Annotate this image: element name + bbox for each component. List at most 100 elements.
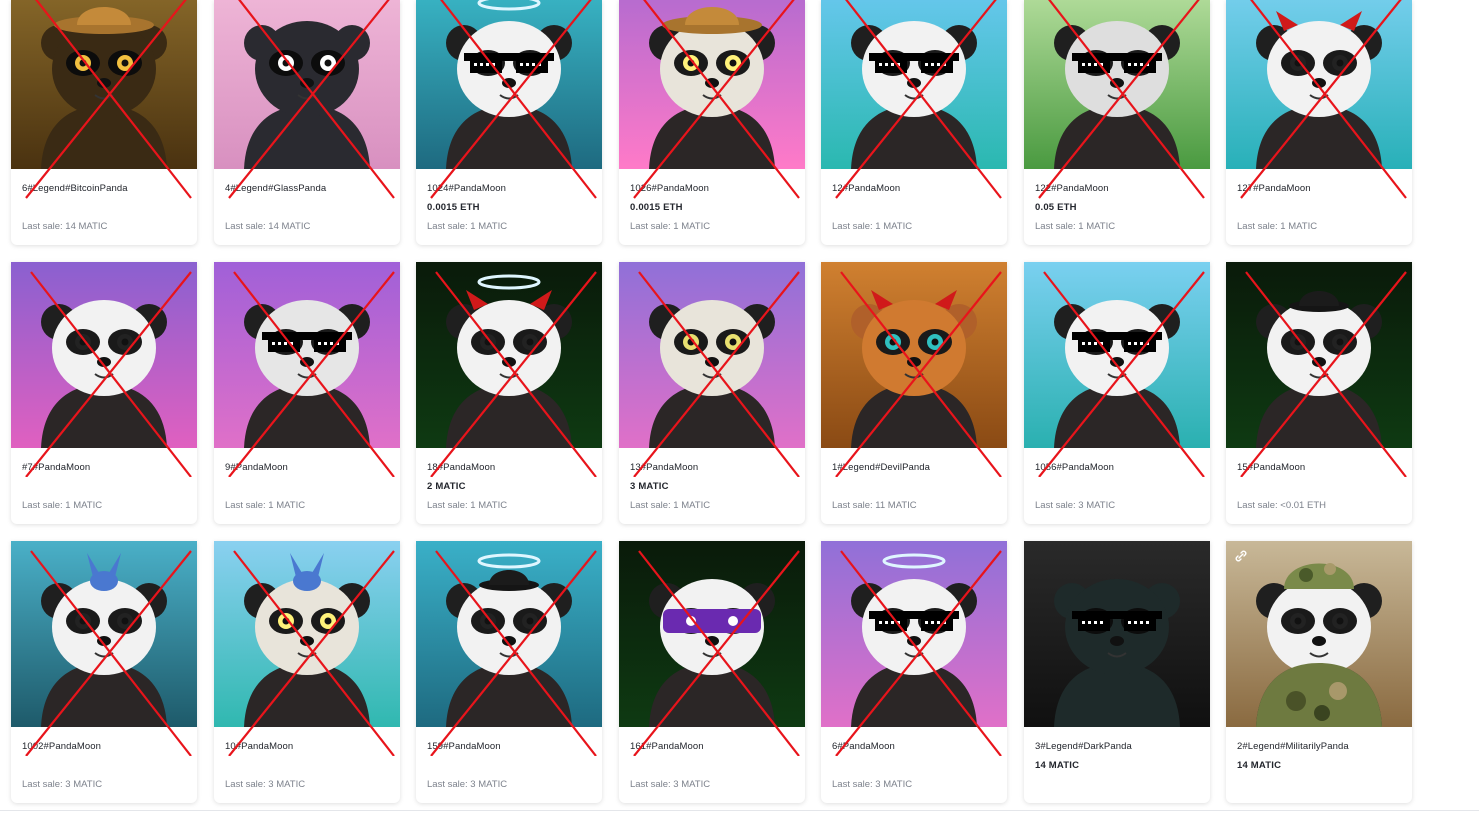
nft-card[interactable]: 9#PandaMoon Last sale: 1 MATIC bbox=[214, 262, 400, 524]
nft-name[interactable]: 12#PandaMoon bbox=[832, 183, 999, 196]
nft-card[interactable]: 1#Legend#DevilPanda Last sale: 11 MATIC bbox=[821, 262, 1007, 524]
panda-artwork bbox=[821, 541, 1007, 727]
divider bbox=[0, 810, 1479, 811]
nft-card[interactable]: 15#PandaMoon Last sale: <0.01 ETH bbox=[1226, 262, 1412, 524]
nft-card[interactable]: 6#PandaMoon Last sale: 3 MATIC bbox=[821, 541, 1007, 803]
nft-name[interactable]: 1#Legend#DevilPanda bbox=[832, 462, 999, 475]
panda-artwork bbox=[1226, 262, 1412, 448]
last-sale bbox=[1035, 779, 1202, 791]
nft-name[interactable]: 15#PandaMoon bbox=[1237, 462, 1404, 475]
nft-image[interactable] bbox=[619, 262, 805, 448]
nft-card[interactable]: 4#Legend#GlassPanda Last sale: 14 MATIC bbox=[214, 0, 400, 245]
panda-artwork bbox=[214, 0, 400, 169]
nft-price: 2 MATIC bbox=[427, 481, 466, 492]
nft-image[interactable] bbox=[416, 262, 602, 448]
nft-image[interactable] bbox=[214, 0, 400, 169]
last-sale: Last sale: 1 MATIC bbox=[630, 500, 711, 511]
nft-price: 0.0015 ETH bbox=[427, 202, 480, 213]
panda-artwork bbox=[619, 0, 805, 169]
nft-image[interactable] bbox=[619, 541, 805, 727]
panda-artwork bbox=[416, 0, 602, 169]
nft-card[interactable]: 12#PandaMoon Last sale: 1 MATIC bbox=[821, 0, 1007, 245]
nft-info: 9#PandaMoon Last sale: 1 MATIC bbox=[225, 462, 392, 512]
nft-image[interactable] bbox=[1024, 541, 1210, 727]
nft-image[interactable] bbox=[214, 541, 400, 727]
nft-card[interactable]: 1026#PandaMoon 0.0015 ETH Last sale: 1 MAT… bbox=[619, 0, 805, 245]
nft-card[interactable]: 127#PandaMoon Last sale: 1 MATIC bbox=[1226, 0, 1412, 245]
nft-name[interactable]: 1056#PandaMoon bbox=[1035, 462, 1202, 475]
nft-image[interactable] bbox=[821, 0, 1007, 169]
nft-info: 1#Legend#DevilPanda Last sale: 11 MATIC bbox=[832, 462, 999, 512]
nft-image[interactable] bbox=[11, 541, 197, 727]
nft-image[interactable] bbox=[214, 262, 400, 448]
nft-card[interactable]: 159#PandaMoon Last sale: 3 MATIC bbox=[416, 541, 602, 803]
nft-info: 4#Legend#GlassPanda Last sale: 14 MATIC bbox=[225, 183, 392, 233]
nft-card[interactable]: 13#PandaMoon 3 MATIC Last sale: 1 MATIC bbox=[619, 262, 805, 524]
nft-info: 6#Legend#BitcoinPanda Last sale: 14 MATIC bbox=[22, 183, 189, 233]
nft-name[interactable]: 3#Legend#DarkPanda bbox=[1035, 741, 1202, 754]
nft-card[interactable]: 1002#PandaMoon Last sale: 3 MATIC bbox=[11, 541, 197, 803]
panda-artwork bbox=[1024, 541, 1210, 727]
nft-name[interactable]: 13#PandaMoon bbox=[630, 462, 797, 475]
nft-name[interactable]: 122#PandaMoon bbox=[1035, 183, 1202, 196]
nft-image[interactable] bbox=[11, 262, 197, 448]
nft-name[interactable]: 2#Legend#MilitarilyPanda bbox=[1237, 741, 1404, 754]
nft-card[interactable]: 10#PandaMoon Last sale: 3 MATIC bbox=[214, 541, 400, 803]
nft-name[interactable]: 10#PandaMoon bbox=[225, 741, 392, 754]
nft-image[interactable] bbox=[619, 0, 805, 169]
last-sale: Last sale: 1 MATIC bbox=[225, 500, 306, 511]
nft-name[interactable]: 161#PandaMoon bbox=[630, 741, 797, 754]
last-sale: Last sale: 3 MATIC bbox=[630, 779, 711, 790]
nft-card[interactable]: #7#PandaMoon Last sale: 1 MATIC bbox=[11, 262, 197, 524]
nft-name[interactable]: 6#PandaMoon bbox=[832, 741, 999, 754]
nft-image[interactable] bbox=[821, 262, 1007, 448]
nft-card[interactable]: 122#PandaMoon 0.05 ETH Last sale: 1 MATIC bbox=[1024, 0, 1210, 245]
nft-image[interactable] bbox=[821, 541, 1007, 727]
nft-info: 1056#PandaMoon Last sale: 3 MATIC bbox=[1035, 462, 1202, 512]
nft-price bbox=[22, 481, 189, 493]
nft-image[interactable] bbox=[416, 541, 602, 727]
nft-card[interactable]: 3#Legend#DarkPanda 14 MATIC bbox=[1024, 541, 1210, 803]
nft-name[interactable]: 18#PandaMoon bbox=[427, 462, 594, 475]
nft-image[interactable] bbox=[1226, 541, 1412, 727]
panda-artwork bbox=[11, 541, 197, 727]
nft-card[interactable]: 18#PandaMoon 2 MATIC Last sale: 1 MATIC bbox=[416, 262, 602, 524]
nft-image[interactable] bbox=[416, 0, 602, 169]
nft-price bbox=[1237, 202, 1404, 214]
nft-image[interactable] bbox=[1226, 0, 1412, 169]
nft-card[interactable]: 6#Legend#BitcoinPanda Last sale: 14 MATIC bbox=[11, 0, 197, 245]
last-sale: Last sale: 1 MATIC bbox=[427, 500, 508, 511]
nft-image[interactable] bbox=[1226, 262, 1412, 448]
link-icon[interactable] bbox=[1234, 549, 1248, 563]
nft-card[interactable]: 2#Legend#MilitarilyPanda 14 MATIC bbox=[1226, 541, 1412, 803]
nft-info: 2#Legend#MilitarilyPanda 14 MATIC bbox=[1237, 741, 1404, 791]
panda-artwork bbox=[619, 541, 805, 727]
nft-info: 13#PandaMoon 3 MATIC Last sale: 1 MATIC bbox=[630, 462, 797, 512]
nft-name[interactable]: 1002#PandaMoon bbox=[22, 741, 189, 754]
nft-name[interactable]: 9#PandaMoon bbox=[225, 462, 392, 475]
nft-image[interactable] bbox=[1024, 0, 1210, 169]
panda-artwork bbox=[11, 262, 197, 448]
nft-name[interactable]: #7#PandaMoon bbox=[22, 462, 189, 475]
nft-card[interactable]: 161#PandaMoon Last sale: 3 MATIC bbox=[619, 541, 805, 803]
nft-price bbox=[832, 481, 999, 493]
last-sale: Last sale: 1 MATIC bbox=[1237, 221, 1318, 232]
nft-price bbox=[1237, 481, 1404, 493]
nft-name[interactable]: 127#PandaMoon bbox=[1237, 183, 1404, 196]
nft-name[interactable]: 1024#PandaMoon bbox=[427, 183, 594, 196]
panda-artwork bbox=[11, 0, 197, 169]
panda-artwork bbox=[821, 0, 1007, 169]
nft-grid: 6#Legend#BitcoinPanda Last sale: 14 MATIC… bbox=[11, 0, 1431, 817]
nft-card[interactable]: 1024#PandaMoon 0.0015 ETH Last sale: 1 MAT… bbox=[416, 0, 602, 245]
nft-name[interactable]: 159#PandaMoon bbox=[427, 741, 594, 754]
nft-info: 159#PandaMoon Last sale: 3 MATIC bbox=[427, 741, 594, 791]
nft-card[interactable]: 1056#PandaMoon Last sale: 3 MATIC bbox=[1024, 262, 1210, 524]
nft-name[interactable]: 1026#PandaMoon bbox=[630, 183, 797, 196]
last-sale bbox=[1237, 779, 1404, 791]
nft-image[interactable] bbox=[1024, 262, 1210, 448]
nft-price bbox=[225, 760, 392, 772]
nft-price bbox=[225, 481, 392, 493]
nft-name[interactable]: 4#Legend#GlassPanda bbox=[225, 183, 392, 196]
nft-image[interactable] bbox=[11, 0, 197, 169]
nft-name[interactable]: 6#Legend#BitcoinPanda bbox=[22, 183, 189, 196]
